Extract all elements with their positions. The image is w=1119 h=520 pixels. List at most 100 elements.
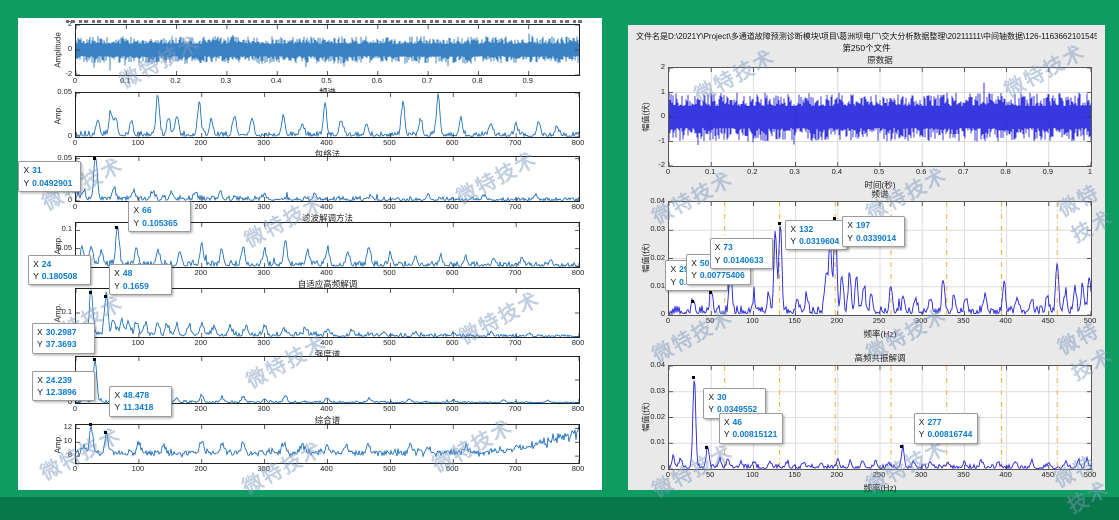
x-tick-label: 0.1	[107, 76, 143, 85]
plot-area[interactable]	[75, 92, 580, 138]
datatip-value: 30.2987	[46, 327, 77, 337]
x-tick-label: 0.4	[819, 167, 855, 176]
datatip[interactable]: X46Y0.00815121	[719, 413, 784, 444]
x-tick-label: 0.9	[1030, 167, 1066, 176]
datatip[interactable]: X73Y0.0140633	[710, 238, 773, 269]
datatip-axis-letter: Y	[715, 255, 721, 265]
datatip[interactable]: X24Y0.180508	[28, 255, 91, 286]
x-tick-label: 0.2	[734, 167, 770, 176]
data-point-marker[interactable]	[104, 431, 107, 434]
y-tick-label: 0	[636, 309, 665, 318]
x-tick-label: 500	[371, 404, 407, 413]
datatip-value: 197	[856, 220, 870, 230]
datatip[interactable]: X277Y0.00816744	[914, 413, 979, 444]
plot-area[interactable]	[75, 24, 580, 76]
y-tick-label: 2	[636, 62, 665, 71]
plot-area[interactable]	[75, 424, 580, 464]
datatip[interactable]: X48.478Y11.3418	[109, 386, 172, 417]
x-tick-label: 0.8	[988, 167, 1024, 176]
x-tick-label: 0.7	[409, 76, 445, 85]
x-tick-label: 200	[183, 138, 219, 147]
x-tick-label: 500	[371, 202, 407, 211]
x-tick-label: 600	[434, 464, 470, 473]
datatip[interactable]: X66Y0.105365	[128, 201, 191, 232]
signal-trace	[76, 289, 579, 337]
data-point-marker[interactable]	[692, 376, 695, 379]
y-tick-label: 0.02	[636, 412, 665, 421]
data-point-marker[interactable]	[691, 300, 694, 303]
data-point-marker[interactable]	[709, 291, 712, 294]
x-tick-label: 800	[560, 338, 596, 347]
signal-trace	[76, 25, 579, 75]
x-tick-label: 300	[246, 464, 282, 473]
datatip[interactable]: X24.239Y12.3896	[32, 371, 95, 402]
datatip-value: 0.00815121	[732, 429, 777, 439]
datatip-value: 24.239	[46, 375, 72, 385]
x-tick-label: 0.2	[158, 76, 194, 85]
x-tick-label: 400	[309, 268, 345, 277]
data-point-marker[interactable]	[89, 291, 92, 294]
datatip-axis-letter: Y	[691, 270, 697, 280]
x-tick-label: 300	[246, 268, 282, 277]
y-tick-label: 0.1	[43, 307, 72, 316]
x-tick-label: 400	[309, 464, 345, 473]
left-subplot-3: 滤波解调方法 010020030040050060070080000.05X31…	[18, 156, 602, 222]
x-tick-label: 700	[497, 202, 533, 211]
data-point-marker[interactable]	[705, 446, 708, 449]
datatip-axis-letter: Y	[133, 218, 139, 228]
data-point-marker[interactable]	[778, 222, 781, 225]
right-figure-window: 文件名是D:\2021Y\Project\多通道故障预测诊断模块\项目\葛洲坝电…	[628, 25, 1105, 490]
datatip-value: 0.0339014	[856, 233, 896, 243]
data-point-marker[interactable]	[93, 358, 96, 361]
signal-trace	[76, 425, 579, 463]
x-tick-label: 500	[371, 268, 407, 277]
data-point-marker[interactable]	[89, 423, 92, 426]
datatip[interactable]: X31Y0.0492901	[18, 161, 81, 192]
x-tick-label: 600	[434, 338, 470, 347]
plot-area[interactable]	[75, 156, 580, 202]
x-tick-label: 700	[497, 404, 533, 413]
y-tick-label: -1	[636, 136, 665, 145]
datatip-axis-letter: X	[33, 259, 39, 269]
x-tick-label: 0.9	[510, 76, 546, 85]
x-tick-label: 400	[309, 202, 345, 211]
x-tick-label: 300	[246, 338, 282, 347]
x-tick-label: 400	[309, 404, 345, 413]
y-tick-label: 0.05	[43, 243, 72, 252]
y-tick-label: 0	[636, 463, 665, 472]
data-point-marker[interactable]	[115, 226, 118, 229]
datatip[interactable]: X30.2987Y37.3693	[32, 323, 95, 354]
datatip-value: 12.3896	[46, 387, 77, 397]
data-point-marker[interactable]	[900, 445, 903, 448]
y-tick-label: 0	[43, 44, 72, 53]
datatip-value: 132	[799, 224, 813, 234]
plot-area[interactable]	[75, 288, 580, 338]
x-tick-label: 800	[560, 268, 596, 277]
datatip[interactable]: X48Y0.1659	[109, 264, 172, 295]
x-tick-label: 200	[183, 338, 219, 347]
datatip[interactable]: X132Y0.0319604	[785, 220, 848, 251]
datatip[interactable]: X197Y0.0339014	[842, 216, 905, 247]
datatip-axis-letter: Y	[847, 233, 853, 243]
x-tick-label: 200	[819, 470, 855, 479]
datatip-value: 50	[700, 258, 709, 268]
datatip-value: 66	[142, 205, 151, 215]
datatip-value: 0.105365	[142, 218, 177, 228]
x-tick-label: 150	[777, 316, 813, 325]
x-tick-label: 300	[246, 202, 282, 211]
y-tick-label: 0	[43, 195, 72, 204]
y-tick-label: 10	[43, 436, 72, 445]
plot-area[interactable]	[668, 67, 1092, 167]
x-tick-label: 500	[371, 338, 407, 347]
signal-trace	[669, 68, 1091, 166]
data-point-marker[interactable]	[104, 295, 107, 298]
x-tick-label: 400	[988, 316, 1024, 325]
x-tick-label: 100	[120, 338, 156, 347]
datatip-value: 48	[123, 268, 132, 278]
data-point-marker[interactable]	[93, 157, 96, 160]
x-tick-label: 500	[371, 464, 407, 473]
x-tick-label: 0.7	[945, 167, 981, 176]
x-tick-label: 800	[560, 202, 596, 211]
x-tick-label: 400	[309, 138, 345, 147]
x-tick-label: 300	[903, 316, 939, 325]
